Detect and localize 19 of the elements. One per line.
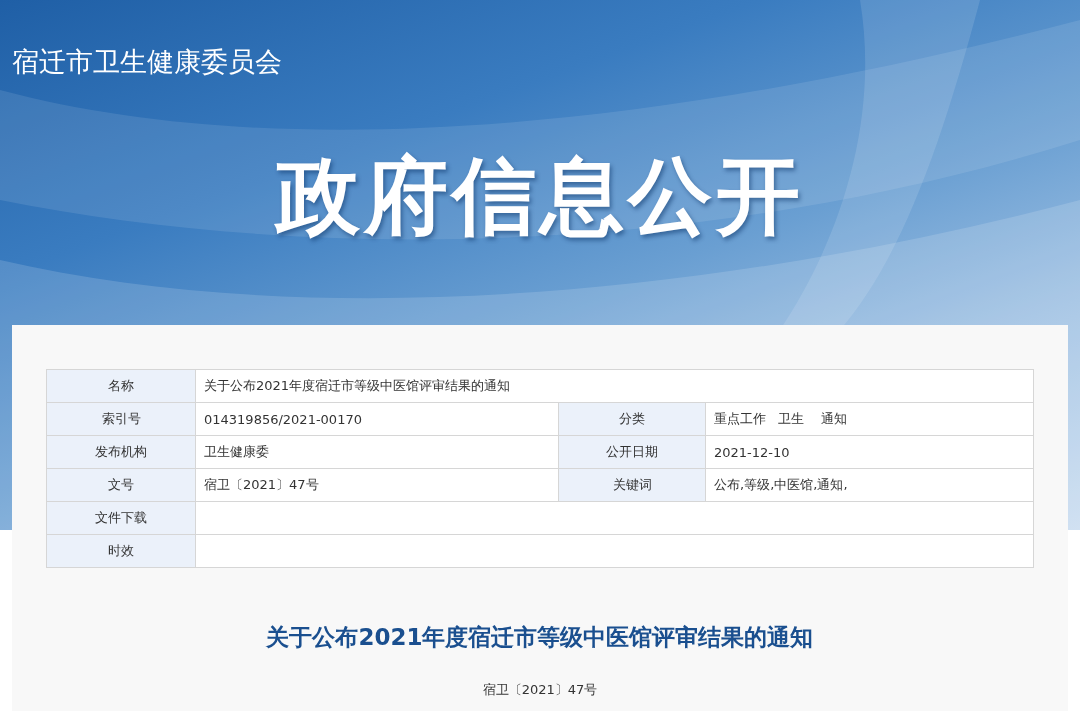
field-value: 宿卫〔2021〕47号 [196, 469, 559, 502]
field-label: 时效 [47, 535, 196, 568]
field-label: 文件下载 [47, 502, 196, 535]
field-label: 名称 [47, 370, 196, 403]
field-value: 重点工作 卫生 通知 [706, 403, 1034, 436]
article-title: 关于公布2021年度宿迁市等级中医馆评审结果的通知 [265, 623, 815, 652]
field-value: 卫生健康委 [196, 436, 559, 469]
banner-title: 政府信息公开 [273, 146, 805, 247]
field-value: 公布,等级,中医馆,通知, [706, 469, 1034, 502]
field-label: 分类 [559, 403, 706, 436]
field-label: 发布机构 [47, 436, 196, 469]
field-label: 索引号 [47, 403, 196, 436]
field-label: 公开日期 [559, 436, 706, 469]
field-value: 2021-12-10 [706, 436, 1034, 469]
site-name: 宿迁市卫生健康委员会 [11, 45, 283, 79]
document-number: 宿卫〔2021〕47号 [481, 681, 599, 699]
field-label: 关键词 [559, 469, 706, 502]
field-value: 014319856/2021-00170 [196, 403, 559, 436]
field-label: 文号 [47, 469, 196, 502]
